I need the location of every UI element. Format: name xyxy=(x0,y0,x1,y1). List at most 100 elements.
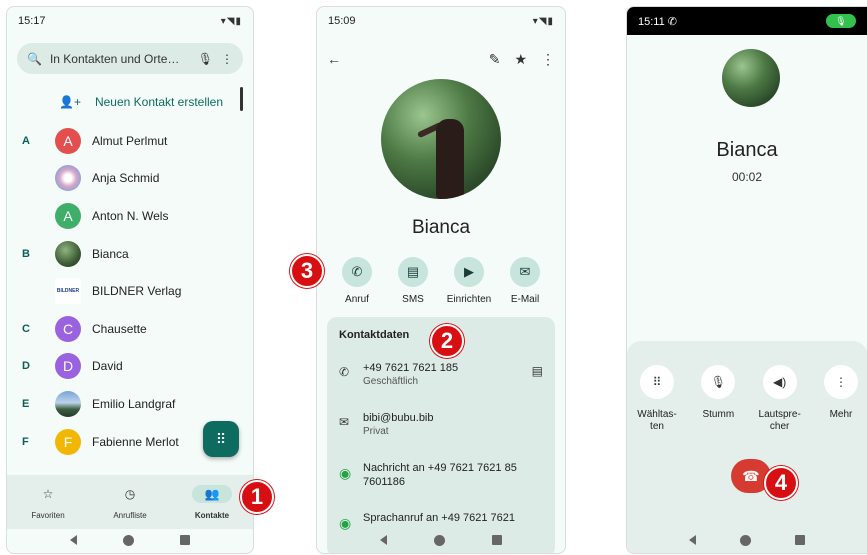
contact-name: Bianca xyxy=(92,246,129,261)
speaker-icon: ◀) xyxy=(762,365,797,399)
nav-contacts[interactable]: 👥 Kontakte xyxy=(177,485,247,520)
new-contact-button[interactable]: 👤+ Neuen Kontakt erstellen xyxy=(59,95,223,109)
mute-button[interactable]: 🎙 Stumm xyxy=(692,365,744,433)
status-time: 15:09 xyxy=(328,15,356,27)
speaker-button[interactable]: ◀) Lautspre-cher xyxy=(754,365,806,433)
video-action[interactable]: ▶ Einrichten xyxy=(441,257,497,305)
section-letter: F xyxy=(22,435,29,448)
hang-up-icon: ☎ xyxy=(742,467,760,484)
sms-action[interactable]: ▤ SMS xyxy=(385,257,441,305)
step-badge-1: 1 xyxy=(240,480,274,514)
contact-name: Anja Schmid xyxy=(92,171,160,186)
detail-value-cont: 7601186 xyxy=(363,476,406,488)
status-bar: 15:09 ▾◥▮ xyxy=(317,7,565,35)
mic-icon[interactable]: 🎙 xyxy=(198,52,213,66)
top-app-bar: ← ✎ ★ ⋮ xyxy=(317,47,565,71)
home-icon[interactable] xyxy=(740,534,751,546)
more-button[interactable]: ⋮ Mehr xyxy=(815,365,867,433)
avatar-logo: BILDNER xyxy=(55,278,81,305)
email-icon: ✉ xyxy=(339,415,350,429)
clock-icon: ◷ xyxy=(124,487,136,501)
back-icon[interactable] xyxy=(689,535,696,545)
nav-label: Anrufliste xyxy=(113,511,147,520)
edit-icon[interactable]: ✎ xyxy=(489,51,501,68)
avatar-photo xyxy=(55,390,81,417)
email-action[interactable]: ✉ E-Mail xyxy=(497,257,553,305)
system-nav-bar xyxy=(317,527,565,553)
bottom-navigation: ☆ Favoriten ◷ Anrufliste 👥 Kontakte xyxy=(7,475,253,529)
detail-type: Geschäftlich xyxy=(363,376,419,387)
recents-icon[interactable] xyxy=(180,535,190,545)
back-icon[interactable] xyxy=(70,535,77,545)
call-controls: ⠿ Wähltas-ten 🎙 Stumm ◀) Lautspre-cher ⋮… xyxy=(631,365,867,433)
step-badge-4: 4 xyxy=(764,466,798,500)
contact-row[interactable]: D D David xyxy=(7,348,253,386)
step-badge-2: 2 xyxy=(430,324,464,358)
detail-row-email[interactable]: ✉ bibi@bubu.bib Privat xyxy=(339,411,543,461)
contact-name: Bianca xyxy=(411,217,471,238)
button-label: Lautspre-cher xyxy=(758,409,801,432)
star-icon[interactable]: ★ xyxy=(514,51,527,68)
contact-name: Chausette xyxy=(92,321,147,336)
detail-value: +49 7621 7621 185 xyxy=(363,362,459,374)
new-contact-label: Neuen Kontakt erstellen xyxy=(94,95,224,109)
back-arrow-icon[interactable]: ← xyxy=(327,51,341,67)
search-input[interactable]: In Kontakten und Orte… xyxy=(50,52,190,66)
contact-row[interactable]: C C Chausette xyxy=(7,310,253,348)
section-letter: E xyxy=(22,397,30,410)
nav-call-log[interactable]: ◷ Anrufliste xyxy=(95,485,165,520)
status-time: 15:17 xyxy=(18,15,46,27)
avatar-flower xyxy=(55,165,81,192)
button-label: Mehr xyxy=(829,409,853,420)
detail-row-whatsapp-message[interactable]: ◉ Nachricht an +49 7621 7621 85 7601186 xyxy=(339,461,543,511)
section-letter: D xyxy=(22,360,30,373)
nav-label: Kontakte xyxy=(194,511,230,520)
contact-name: Almut Perlmut xyxy=(92,133,168,148)
avatar: F xyxy=(55,428,81,455)
recents-icon[interactable] xyxy=(795,535,805,545)
message-icon[interactable]: ▤ xyxy=(532,361,543,378)
phone-active-call: 15:11 ✆ 🎙 Bianca 00:02 ⠿ Wähltas-ten 🎙 S… xyxy=(626,6,867,554)
home-icon[interactable] xyxy=(433,534,445,546)
message-icon: ▤ xyxy=(398,257,428,287)
status-time: 15:11 ✆ xyxy=(638,15,677,28)
keypad-button[interactable]: ⠿ Wähltas-ten xyxy=(631,365,683,433)
detail-value: bibi@bubu.bib xyxy=(363,412,434,424)
video-icon: ▶ xyxy=(454,257,484,287)
caller-photo xyxy=(722,49,780,107)
avatar: A xyxy=(55,127,81,154)
people-icon: 👥 xyxy=(192,485,232,503)
home-icon[interactable] xyxy=(123,534,134,546)
contact-name: Anton N. Wels xyxy=(92,208,169,223)
contact-row[interactable]: B Bianca xyxy=(7,235,253,273)
phone-contacts-list: 15:17 ▾◥▮ 🔍 In Kontakten und Orte… 🎙 ⋮ 👤… xyxy=(6,6,254,554)
detail-row-phone[interactable]: ✆ +49 7621 7621 185 Geschäftlich ▤ xyxy=(339,361,543,411)
contact-row[interactable]: BILDNER BILDNER Verlag xyxy=(7,272,253,310)
contact-row[interactable]: A A Almut Perlmut xyxy=(7,122,253,160)
contact-row[interactable]: E Emilio Landgraf xyxy=(7,385,253,423)
more-icon[interactable]: ⋮ xyxy=(541,51,555,68)
back-icon[interactable] xyxy=(380,535,388,545)
action-label: Einrichten xyxy=(446,294,492,305)
recents-icon[interactable] xyxy=(491,535,502,545)
scrollbar[interactable] xyxy=(240,87,243,111)
contact-name: Emilio Landgraf xyxy=(92,396,176,411)
status-icons: ▾◥▮ xyxy=(220,15,242,27)
contact-row[interactable]: Anja Schmid xyxy=(7,160,253,198)
mic-active-indicator: 🎙 xyxy=(826,14,856,28)
section-letter: B xyxy=(22,247,30,260)
contact-row[interactable]: A Anton N. Wels xyxy=(7,197,253,235)
more-icon[interactable]: ⋮ xyxy=(221,52,233,66)
contact-name: David xyxy=(92,359,123,374)
detail-value: Sprachanruf an +49 7621 7621 xyxy=(363,512,515,524)
avatar: D xyxy=(55,353,81,380)
dialpad-fab[interactable]: ⠿ xyxy=(203,421,239,457)
contact-name: Fabienne Merlot xyxy=(92,434,179,449)
search-bar[interactable]: 🔍 In Kontakten und Orte… 🎙 ⋮ xyxy=(17,43,243,74)
contact-name: BILDNER Verlag xyxy=(92,284,182,299)
action-label: Anruf xyxy=(345,294,369,305)
action-label: E-Mail xyxy=(510,294,540,305)
nav-favorites[interactable]: ☆ Favoriten xyxy=(13,485,83,520)
phone-icon: ✆ xyxy=(342,257,372,287)
call-action[interactable]: ✆ Anruf xyxy=(329,257,385,305)
